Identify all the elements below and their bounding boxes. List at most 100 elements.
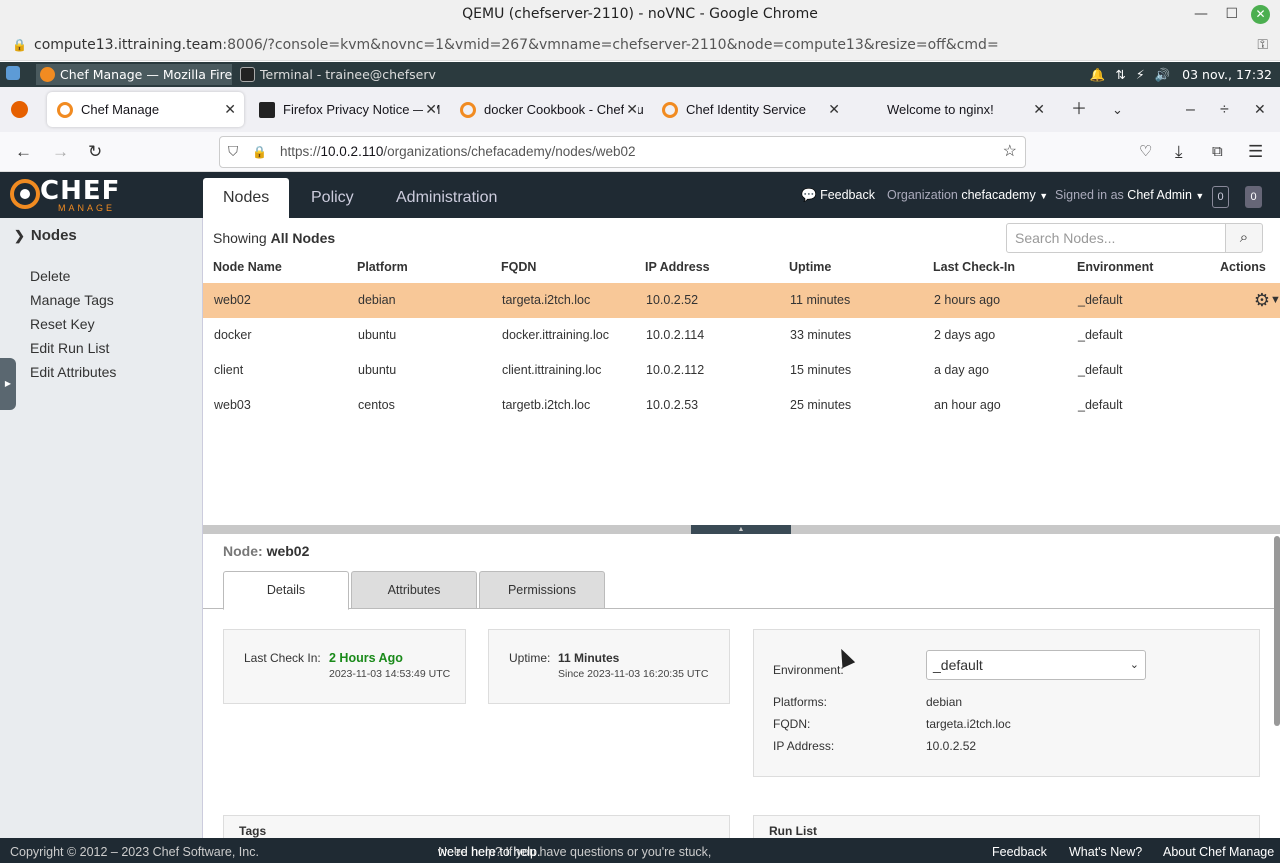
tab-nginx[interactable]: Welcome to nginx! ✕ xyxy=(853,92,1053,127)
col-node-name[interactable]: Node Name xyxy=(213,260,282,274)
environment-label: Environment: xyxy=(773,663,844,677)
forward-arrow-icon[interactable]: → xyxy=(52,132,69,172)
tab-permissions[interactable]: Permissions xyxy=(479,571,605,609)
volume-icon[interactable]: 🔊 xyxy=(1155,67,1171,82)
tab-details[interactable]: Details xyxy=(223,571,349,610)
user-dropdown[interactable]: Signed in as Chef Admin ▼ xyxy=(1055,172,1204,218)
ff-close-icon[interactable]: ✕ xyxy=(1254,87,1266,132)
firefox-tab-bar: Chef Manage ✕ Firefox Privacy Notice — M… xyxy=(0,87,1280,132)
splitter-grip-icon[interactable]: ▲ xyxy=(691,525,791,534)
search-input[interactable]: Search Nodes... xyxy=(1006,223,1226,253)
sidebar-toggle-handle[interactable]: ▶ xyxy=(0,358,16,410)
maximize-icon[interactable]: ☐ xyxy=(1225,0,1238,29)
cell-node-name: client xyxy=(214,363,244,377)
col-platform[interactable]: Platform xyxy=(357,260,408,274)
sidebar-action-edit-attributes[interactable]: Edit Attributes xyxy=(30,364,116,380)
menu-icon[interactable] xyxy=(6,66,20,80)
cell-last-checkin: a day ago xyxy=(934,363,989,377)
tab-close-icon[interactable]: ✕ xyxy=(624,92,638,127)
detail-tabs: Details Attributes Permissions xyxy=(203,571,1280,610)
bell-icon[interactable]: 🔔 xyxy=(1090,67,1106,82)
hamburger-menu-icon[interactable]: ☰ xyxy=(1248,132,1263,172)
search-button[interactable]: ⌕ xyxy=(1225,223,1263,253)
tab-close-icon[interactable]: ✕ xyxy=(224,92,236,127)
detail-scrollbar[interactable] xyxy=(1274,536,1280,726)
clock[interactable]: 03 nov., 17:32 xyxy=(1182,67,1272,82)
chef-logo-icon xyxy=(10,179,40,209)
table-row[interactable]: client ubuntu client.ittraining.loc 10.0… xyxy=(203,353,1280,388)
run-list-title: Run List xyxy=(769,824,817,838)
cell-platform: ubuntu xyxy=(358,363,397,377)
table-row[interactable]: docker ubuntu docker.ittraining.loc 10.0… xyxy=(203,318,1280,353)
nav-nodes[interactable]: Nodes xyxy=(203,178,290,218)
shield-icon[interactable]: ⛉ xyxy=(228,137,238,167)
environment-select[interactable]: _default ⌄ xyxy=(926,650,1146,680)
url-path: /organizations/chefacademy/nodes/web02 xyxy=(383,144,636,159)
power-icon[interactable]: ⚡ xyxy=(1136,67,1145,82)
chrome-address-bar[interactable]: 🔒 compute13.ittraining.team:8006/?consol… xyxy=(0,29,1280,61)
tab-close-icon[interactable]: ✕ xyxy=(423,92,437,127)
footer-whats-new-link[interactable]: What's New? xyxy=(1069,838,1142,863)
col-environment[interactable]: Environment xyxy=(1077,260,1153,274)
col-actions: Actions xyxy=(1220,260,1266,274)
feedback-link[interactable]: 💬 Feedback xyxy=(801,172,875,218)
bookmark-star-icon[interactable]: ☆ xyxy=(1003,137,1017,167)
network-icon[interactable]: ⇅ xyxy=(1115,67,1125,82)
table-row[interactable]: web03 centos targetb.i2tch.loc 10.0.2.53… xyxy=(203,388,1280,423)
tab-label: Welcome to nginx! xyxy=(887,102,994,117)
new-tab-icon[interactable]: ＋ xyxy=(1071,87,1087,132)
chevron-right-icon: ❯ xyxy=(14,228,25,243)
tab-docker-cookbook[interactable]: docker Cookbook - Chef Su ✕ xyxy=(450,92,646,127)
footer-feedback-link[interactable]: Feedback xyxy=(992,838,1047,863)
org-value: chefacademy xyxy=(961,188,1036,202)
sidebar-action-edit-run-list[interactable]: Edit Run List xyxy=(30,340,109,356)
tab-label: Chef Manage xyxy=(81,102,160,117)
tab-close-icon[interactable]: ✕ xyxy=(1033,92,1045,127)
tab-firefox-privacy[interactable]: Firefox Privacy Notice — M ✕ xyxy=(249,92,445,127)
url-bar[interactable]: ⛉ 🔒 https://10.0.2.110/organizations/che… xyxy=(219,136,1026,168)
pane-splitter[interactable]: ▲ xyxy=(203,525,1280,534)
minimize-icon[interactable]: — xyxy=(1194,0,1208,29)
firefox-logo-icon xyxy=(11,101,28,118)
extensions-icon[interactable]: ⧉ xyxy=(1212,132,1223,172)
tab-chef-manage[interactable]: Chef Manage ✕ xyxy=(47,92,244,127)
cell-last-checkin: an hour ago xyxy=(934,398,1001,412)
tab-attributes[interactable]: Attributes xyxy=(351,571,477,609)
footer-about-link[interactable]: About Chef Manage xyxy=(1163,838,1274,863)
tab-list-chevron-down-icon[interactable]: ⌄ xyxy=(1112,87,1123,132)
download-icon[interactable]: ⤓ xyxy=(1175,132,1183,172)
table-row[interactable]: web02 debian targeta.i2tch.loc 10.0.2.52… xyxy=(203,283,1280,318)
nav-administration[interactable]: Administration xyxy=(376,178,517,218)
col-uptime[interactable]: Uptime xyxy=(789,260,831,274)
tab-chef-identity[interactable]: Chef Identity Service ✕ xyxy=(652,92,848,127)
taskbar-firefox[interactable]: Chef Manage — Mozilla Firef... xyxy=(36,64,232,85)
node-info-panel: Environment: _default ⌄ Platforms: debia… xyxy=(753,629,1260,777)
ff-minimize-icon[interactable]: – xyxy=(1186,87,1195,132)
platforms-value: debian xyxy=(926,695,963,709)
alert-badge[interactable]: 0 xyxy=(1245,186,1262,208)
close-icon[interactable]: ✕ xyxy=(1251,5,1270,24)
col-last-checkin[interactable]: Last Check-In xyxy=(933,260,1015,274)
sidebar-section-nodes[interactable]: ❯ Nodes xyxy=(14,227,77,244)
ff-restore-icon[interactable]: ÷ xyxy=(1220,87,1229,132)
chef-icon xyxy=(662,102,678,118)
key-icon[interactable]: ⚿ xyxy=(1257,29,1268,61)
tab-close-icon[interactable]: ✕ xyxy=(828,92,840,127)
org-label: Organization xyxy=(887,188,958,202)
sidebar-action-delete[interactable]: Delete xyxy=(30,268,70,284)
gear-icon[interactable]: ⚙ ▼ xyxy=(1254,283,1280,318)
sidebar-action-reset-key[interactable]: Reset Key xyxy=(30,316,95,332)
col-ip[interactable]: IP Address xyxy=(645,260,710,274)
col-fqdn[interactable]: FQDN xyxy=(501,260,536,274)
notification-badge[interactable]: 0 xyxy=(1212,186,1229,208)
organization-dropdown[interactable]: Organization chefacademy ▼ xyxy=(887,172,1048,218)
cell-fqdn: client.ittraining.loc xyxy=(502,363,602,377)
footer-help-link[interactable]: we're here to help. xyxy=(438,838,540,863)
back-arrow-icon[interactable]: ← xyxy=(15,132,32,172)
taskbar-terminal[interactable]: Terminal - trainee@chefserv... xyxy=(236,64,436,85)
pocket-icon[interactable]: ♡ xyxy=(1139,132,1152,172)
nav-policy[interactable]: Policy xyxy=(291,178,374,218)
padlock-icon[interactable]: 🔒 xyxy=(252,137,267,167)
sidebar-action-manage-tags[interactable]: Manage Tags xyxy=(30,292,114,308)
reload-icon[interactable]: ↻ xyxy=(88,132,102,172)
